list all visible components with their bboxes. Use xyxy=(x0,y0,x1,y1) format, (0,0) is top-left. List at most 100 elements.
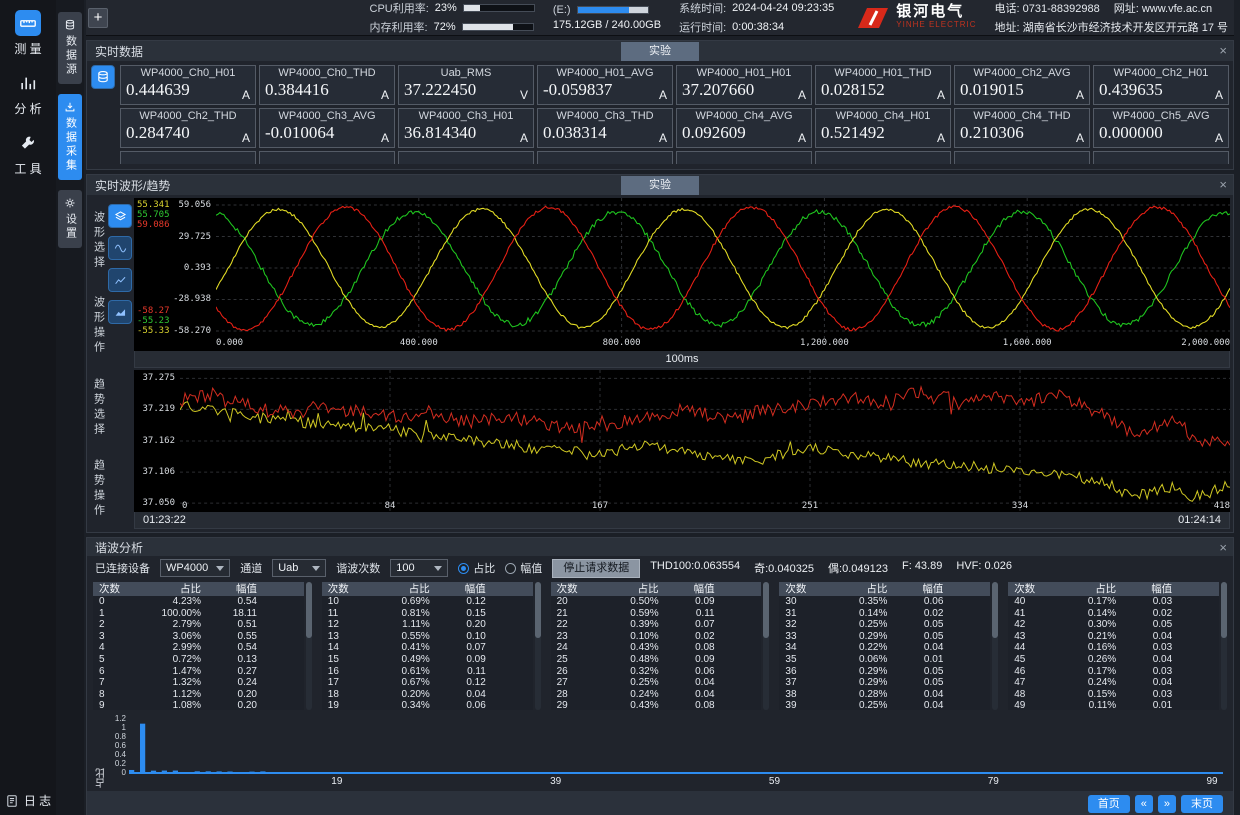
sine-icon-button[interactable] xyxy=(108,236,132,260)
harmonic-row[interactable]: 180.20%0.04 xyxy=(322,689,533,701)
harmonic-row[interactable]: 240.43%0.08 xyxy=(551,642,762,654)
measurement-card[interactable]: Uab_RMS37.222450V xyxy=(398,65,534,105)
harmonic-row[interactable]: 33.06%0.55 xyxy=(93,631,304,643)
harmonic-row[interactable]: 330.29%0.05 xyxy=(779,631,990,643)
harmonic-row[interactable]: 220.39%0.07 xyxy=(551,619,762,631)
sample-interval-bar[interactable]: 100ms xyxy=(134,351,1230,368)
amplitude-radio[interactable]: 幅值 xyxy=(505,560,542,576)
harmonic-row[interactable]: 440.16%0.03 xyxy=(1008,642,1219,654)
prev-page-button[interactable]: « xyxy=(1135,795,1153,813)
area-chart-icon-button[interactable] xyxy=(108,300,132,324)
harmonic-row[interactable]: 91.08%0.20 xyxy=(93,700,304,710)
device-select[interactable]: WP4000 xyxy=(160,559,230,577)
harmonic-row[interactable]: 1100.00%18.11 xyxy=(93,608,304,620)
last-page-button[interactable]: 末页 xyxy=(1181,795,1223,813)
trend-line-icon-button[interactable] xyxy=(108,268,132,292)
measurement-card[interactable]: WP4000_Ch3_THD0.038314A xyxy=(537,108,673,148)
order-select[interactable]: 100 xyxy=(390,559,448,577)
measurement-card[interactable]: WP4000_Ch4_H010.521492A xyxy=(815,108,951,148)
measurement-card[interactable]: WP4000_Ch4_THD0.210306A xyxy=(954,108,1090,148)
bar-chart-plot[interactable]: 1939597999 xyxy=(129,714,1223,774)
table-scrollbar[interactable] xyxy=(1221,582,1227,710)
harmonic-row[interactable]: 390.25%0.04 xyxy=(779,700,990,710)
harmonic-row[interactable]: 380.28%0.04 xyxy=(779,689,990,701)
harmonic-row[interactable]: 140.41%0.07 xyxy=(322,642,533,654)
wave-select-label[interactable]: 波形选择 xyxy=(92,211,105,271)
table-scrollbar[interactable] xyxy=(535,582,541,710)
harmonic-row[interactable]: 04.23%0.54 xyxy=(93,596,304,608)
table-scrollbar[interactable] xyxy=(763,582,769,710)
sidebar-item-tools[interactable]: 工 具 xyxy=(0,124,56,184)
measurement-card[interactable]: WP4000_Ch2_THD0.284740A xyxy=(120,108,256,148)
dataset-icon-button[interactable] xyxy=(91,65,115,89)
measurement-card[interactable]: WP4000_Ch3_H0136.814340A xyxy=(398,108,534,148)
trend-plot[interactable]: 084167251334418 xyxy=(180,370,1230,512)
add-button[interactable]: + xyxy=(88,8,108,28)
close-icon[interactable]: × xyxy=(1219,41,1227,61)
harmonic-row[interactable]: 420.30%0.05 xyxy=(1008,619,1219,631)
rail-tab-acquisition[interactable]: 数据采集 xyxy=(58,94,82,180)
ratio-radio[interactable]: 占比 xyxy=(458,560,495,576)
sidebar-item-analyze[interactable]: 分 析 xyxy=(0,64,56,124)
harmonic-row[interactable]: 370.29%0.05 xyxy=(779,677,990,689)
rail-tab-settings[interactable]: 设置 xyxy=(58,190,82,248)
harmonic-row[interactable]: 210.59%0.11 xyxy=(551,608,762,620)
harmonic-row[interactable]: 290.43%0.08 xyxy=(551,700,762,710)
table-scrollbar[interactable] xyxy=(992,582,998,710)
next-page-button[interactable]: » xyxy=(1158,795,1176,813)
harmonic-row[interactable]: 480.15%0.03 xyxy=(1008,689,1219,701)
layers-icon-button[interactable] xyxy=(108,204,132,228)
harmonic-row[interactable]: 150.49%0.09 xyxy=(322,654,533,666)
harmonic-row[interactable]: 300.35%0.06 xyxy=(779,596,990,608)
harmonic-row[interactable]: 350.06%0.01 xyxy=(779,654,990,666)
stop-request-button[interactable]: 停止请求数据 xyxy=(552,559,640,578)
harmonic-row[interactable]: 121.11%0.20 xyxy=(322,619,533,631)
harmonic-row[interactable]: 490.11%0.01 xyxy=(1008,700,1219,710)
measurement-card[interactable]: WP4000_H01_H0137.207660A xyxy=(676,65,812,105)
sidebar-item-log[interactable]: 日 志 xyxy=(5,792,51,809)
experiment-tab[interactable]: 实验 xyxy=(621,42,699,61)
harmonic-row[interactable]: 50.72%0.13 xyxy=(93,654,304,666)
harmonic-row[interactable]: 81.12%0.20 xyxy=(93,689,304,701)
harmonic-row[interactable]: 230.10%0.02 xyxy=(551,631,762,643)
experiment-tab[interactable]: 实验 xyxy=(621,176,699,195)
harmonic-row[interactable]: 430.21%0.04 xyxy=(1008,631,1219,643)
harmonic-row[interactable]: 160.61%0.11 xyxy=(322,666,533,678)
first-page-button[interactable]: 首页 xyxy=(1088,795,1130,813)
rail-tab-datasource[interactable]: 数据源 xyxy=(58,12,82,84)
harmonic-row[interactable]: 250.48%0.09 xyxy=(551,654,762,666)
sidebar-item-measure[interactable]: 测 量 xyxy=(0,4,56,64)
harmonic-row[interactable]: 320.25%0.05 xyxy=(779,619,990,631)
close-icon[interactable]: × xyxy=(1219,175,1227,195)
table-scrollbar[interactable] xyxy=(306,582,312,710)
measurement-card[interactable]: WP4000_Ch0_H010.444639A xyxy=(120,65,256,105)
channel-select[interactable]: Uab xyxy=(272,559,326,577)
wave-operate-label[interactable]: 波形操作 xyxy=(92,296,105,356)
measurement-card[interactable]: WP4000_Ch5_AVG0.000000A xyxy=(1093,108,1229,148)
harmonic-row[interactable]: 280.24%0.04 xyxy=(551,689,762,701)
measurement-card[interactable]: WP4000_Ch2_H010.439635A xyxy=(1093,65,1229,105)
harmonic-row[interactable]: 360.29%0.05 xyxy=(779,666,990,678)
harmonic-row[interactable]: 260.32%0.06 xyxy=(551,666,762,678)
harmonic-row[interactable]: 61.47%0.27 xyxy=(93,666,304,678)
measurement-card[interactable]: WP4000_Ch0_THD0.384416A xyxy=(259,65,395,105)
harmonic-row[interactable]: 42.99%0.54 xyxy=(93,642,304,654)
close-icon[interactable]: × xyxy=(1219,538,1227,558)
harmonic-row[interactable]: 22.79%0.51 xyxy=(93,619,304,631)
measurement-card[interactable]: WP4000_Ch4_AVG0.092609A xyxy=(676,108,812,148)
trend-operate-label[interactable]: 趋势操作 xyxy=(92,459,105,519)
measurement-card[interactable]: WP4000_H01_AVG-0.059837A xyxy=(537,65,673,105)
harmonic-row[interactable]: 400.17%0.03 xyxy=(1008,596,1219,608)
harmonic-row[interactable]: 410.14%0.02 xyxy=(1008,608,1219,620)
measurement-card[interactable]: WP4000_Ch3_AVG-0.010064A xyxy=(259,108,395,148)
harmonic-row[interactable]: 110.81%0.15 xyxy=(322,608,533,620)
waveform-plot[interactable] xyxy=(216,198,1230,338)
harmonic-row[interactable]: 71.32%0.24 xyxy=(93,677,304,689)
harmonic-row[interactable]: 340.22%0.04 xyxy=(779,642,990,654)
harmonic-row[interactable]: 100.69%0.12 xyxy=(322,596,533,608)
harmonic-row[interactable]: 190.34%0.06 xyxy=(322,700,533,710)
harmonic-row[interactable]: 310.14%0.02 xyxy=(779,608,990,620)
harmonic-row[interactable]: 470.24%0.04 xyxy=(1008,677,1219,689)
trend-select-label[interactable]: 趋势选择 xyxy=(92,378,105,438)
harmonic-row[interactable]: 270.25%0.04 xyxy=(551,677,762,689)
